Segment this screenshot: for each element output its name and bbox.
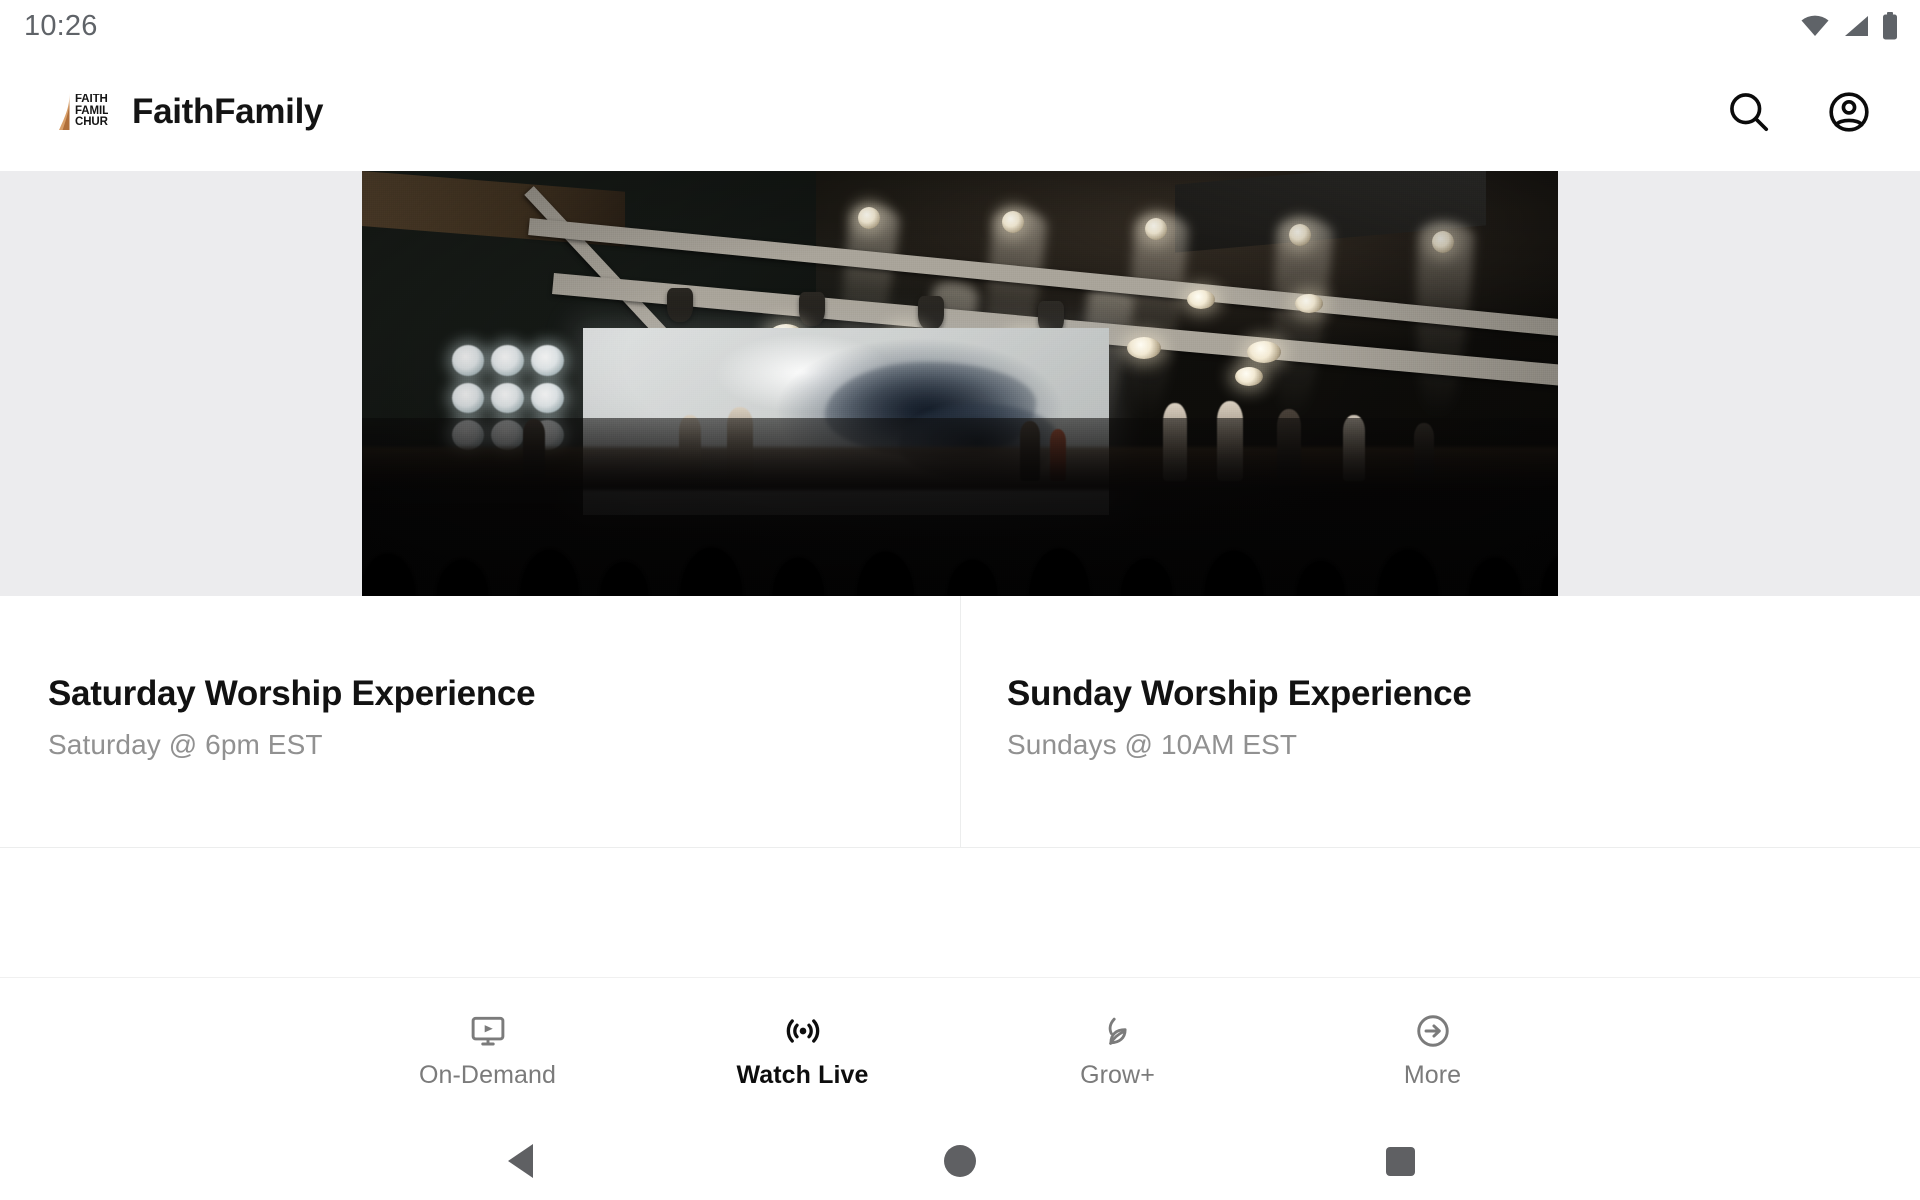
moving-head-fixture [798,292,825,327]
nav-label: Watch Live [736,1061,869,1089]
stage-lamp [1288,224,1311,247]
status-bar-icons [1800,12,1898,40]
nav-tab-more[interactable]: More [1275,1012,1590,1088]
logo-wordmark: FAITH FAMIL CHUR [75,94,108,129]
app-bar: FAITH FAMIL CHUR FaithFamily [0,52,1920,171]
search-button[interactable] [1718,81,1780,143]
event-title: Saturday Worship Experience [48,674,536,713]
nav-label: More [1403,1061,1462,1089]
event-schedule: Saturday @ 6pm EST [48,728,323,760]
nav-tab-watch-live[interactable]: Watch Live [645,1012,960,1088]
moving-head-fixture [918,296,945,331]
account-button[interactable] [1818,81,1880,143]
faithfamily-church-logo: FAITH FAMIL CHUR [58,92,110,132]
brand[interactable]: FAITH FAMIL CHUR FaithFamily [58,92,323,132]
status-bar: 10:26 [0,0,1920,52]
content-empty-space [0,848,1920,977]
status-bar-clock: 10:26 [24,9,98,42]
battery-icon [1882,12,1898,40]
event-card-saturday[interactable]: Saturday Worship Experience Saturday @ 6… [0,596,960,848]
logo-line-1: FAITH [75,93,108,105]
leaf-sprout-icon [1099,1012,1137,1050]
main-content: Saturday Worship Experience Saturday @ 6… [0,171,1920,977]
home-button[interactable] [918,1131,1002,1191]
cellular-signal-icon [1842,14,1870,38]
stage-lamp [1247,341,1282,363]
moving-head-fixture [666,287,693,322]
android-system-navigation [0,1122,1920,1200]
nav-tab-on-demand[interactable]: On-Demand [330,1012,645,1088]
app-bar-actions [1718,81,1880,143]
event-card-sunday[interactable]: Sunday Worship Experience Sundays @ 10AM… [960,596,1920,848]
square-recents-icon [1385,1146,1415,1176]
nav-label: On-Demand [418,1061,557,1089]
live-stream-hero-image[interactable] [362,171,1558,596]
account-circle-icon [1826,89,1872,135]
live-broadcast-icon [784,1012,822,1050]
triangle-back-icon [507,1144,533,1178]
event-cards-row: Saturday Worship Experience Saturday @ 6… [0,596,1920,849]
on-demand-tv-play-icon [469,1012,507,1050]
app-title: FaithFamily [132,92,324,131]
back-button[interactable] [478,1131,562,1191]
hero-section [0,171,1920,596]
recents-button[interactable] [1358,1131,1442,1191]
stage-lamp [1145,217,1168,240]
logo-line-3: CHUR [75,116,108,129]
circle-home-icon [944,1145,976,1177]
search-icon [1726,89,1772,135]
audience-heads [362,451,1558,596]
event-title: Sunday Worship Experience [1007,674,1472,713]
bottom-navigation-bar: On-Demand Watch Live Grow+ More [0,977,1920,1122]
event-schedule: Sundays @ 10AM EST [1007,728,1298,760]
stage-lamp [1432,230,1455,253]
app-root: 10:26 FAITH FAMIL CHUR FaithFamily Satur… [0,0,1920,1200]
nav-tab-grow-plus[interactable]: Grow+ [960,1012,1275,1088]
nav-label: Grow+ [1080,1061,1155,1089]
stage-lamp [1235,366,1264,386]
flame-icon [59,92,70,130]
wifi-icon [1800,14,1830,38]
stage-lamp [1127,336,1162,359]
arrow-right-circle-icon [1414,1012,1452,1050]
